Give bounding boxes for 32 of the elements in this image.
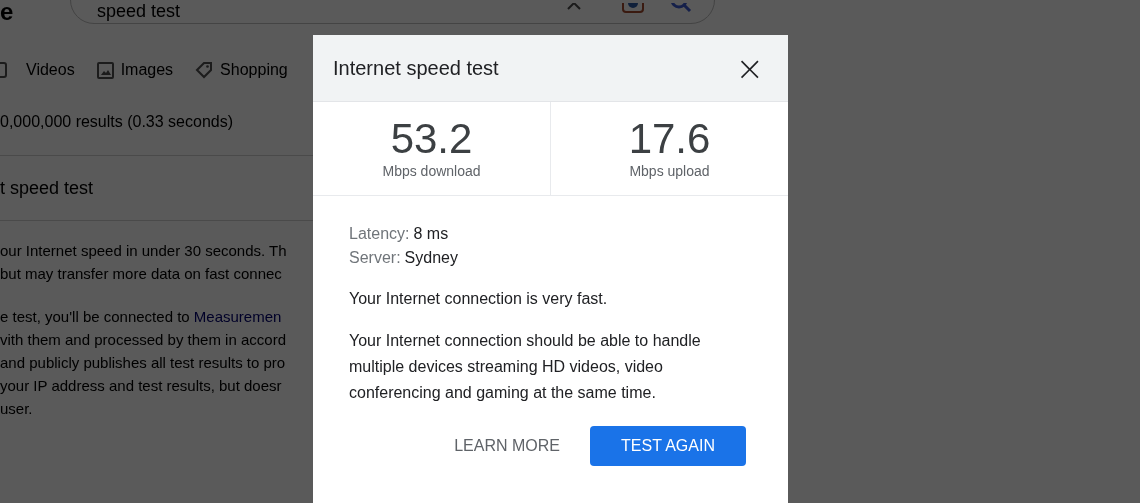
detail-value: 8 ms <box>413 225 449 242</box>
search-tab[interactable]: Images <box>96 61 174 79</box>
video-icon <box>0 62 8 78</box>
speed-unit: Mbps download <box>382 163 481 179</box>
paragraph-line: your IP address and test results, but doesr <box>0 377 282 394</box>
search-tab[interactable]: Videos <box>0 61 75 79</box>
paragraph-line: our Internet speed in under 30 seconds. Th <box>0 242 287 259</box>
paragraph-line: but may transfer more data on fast connec <box>0 265 282 282</box>
speed-value: 53.2 <box>390 118 473 160</box>
tag-icon <box>195 61 214 79</box>
test-again-button[interactable]: TEST AGAIN <box>590 426 746 466</box>
detail-value: Sydney <box>404 249 458 266</box>
result-title: t speed test <box>0 177 95 200</box>
result-stats: 0,000,000 results (0.33 seconds) <box>0 112 235 132</box>
description-text: Your Internet connection should be able to handle multiple devices streaming HD videos, video conferencing and gaming at the same time. <box>349 331 702 403</box>
paragraph-line: vith them and processed by them in accord <box>0 331 286 348</box>
search-tab[interactable]: Shopping <box>195 61 288 79</box>
paragraph-line: e test, you'll be connected to <box>0 308 191 325</box>
search-field[interactable]: speed test <box>70 0 715 24</box>
detail-label: Latency: <box>349 225 410 242</box>
measurement-link[interactable]: Measuremen <box>193 308 282 325</box>
learn-more-button[interactable]: LEARN MORE <box>454 426 560 466</box>
logo-fragment: e <box>0 0 14 24</box>
verdict-text: Your Internet connection is very fast. <box>349 289 609 309</box>
image-icon <box>96 61 114 79</box>
dialog-title: Internet speed test <box>333 56 499 80</box>
speed-value: 17.6 <box>628 118 711 160</box>
paragraph-line: and publicly publishes all test results to pro <box>0 354 286 371</box>
close-button[interactable]: × <box>731 51 768 85</box>
paragraph-line: user. <box>0 400 33 417</box>
detail-label: Server: <box>349 249 401 266</box>
speed-unit: Mbps upload <box>629 163 710 179</box>
